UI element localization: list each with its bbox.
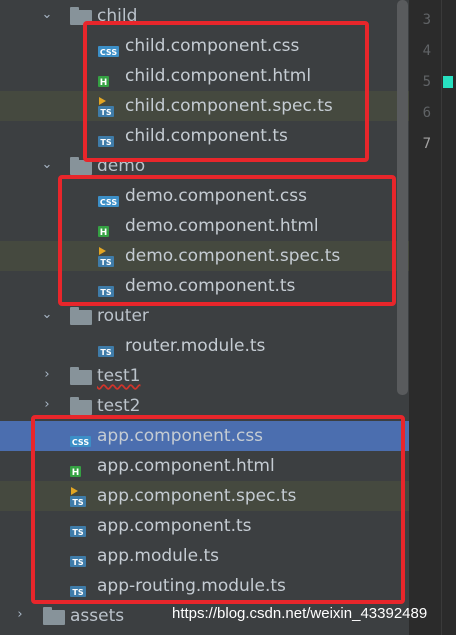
line-number: 4 [422,43,431,59]
chevron-down-icon[interactable]: ⌄ [40,306,54,324]
folder-label: assets [70,606,125,626]
gutter-divider [441,0,442,635]
scrollbar-thumb[interactable] [397,0,408,395]
svg-text:TS: TS [100,348,111,357]
folder-label: router [97,306,149,326]
folder-icon [70,367,92,385]
editor-gutter: 3 4 5 6 7 [409,0,456,635]
file-label: router.module.ts [125,336,266,356]
chevron-right-icon[interactable]: › [40,396,54,414]
line-number: 5 [422,74,431,90]
watermark-text: https://blog.csdn.net/weixin_43392489 [172,605,428,622]
chevron-right-icon[interactable]: › [13,606,27,624]
highlight-box-app [31,415,405,604]
folder-row-test1[interactable]: › test1 [0,361,409,391]
folder-label: test1 [97,366,141,386]
change-marker [443,76,453,88]
line-number-current: 7 [422,136,431,152]
highlight-box-child [83,21,369,162]
ts-file-icon: TS [98,346,114,357]
project-tree-panel: ⌄ child CSS child.component.css H child.… [0,0,409,635]
folder-icon [70,307,92,325]
highlight-box-demo [58,175,396,306]
chevron-right-icon[interactable]: › [40,366,54,384]
chevron-down-icon[interactable]: ⌄ [40,156,54,174]
chevron-down-icon[interactable]: ⌄ [40,6,54,24]
file-row[interactable]: TS router.module.ts [0,331,409,361]
line-number: 3 [422,12,431,28]
line-number: 6 [422,105,431,121]
folder-icon [43,607,65,625]
folder-icon [70,397,92,415]
